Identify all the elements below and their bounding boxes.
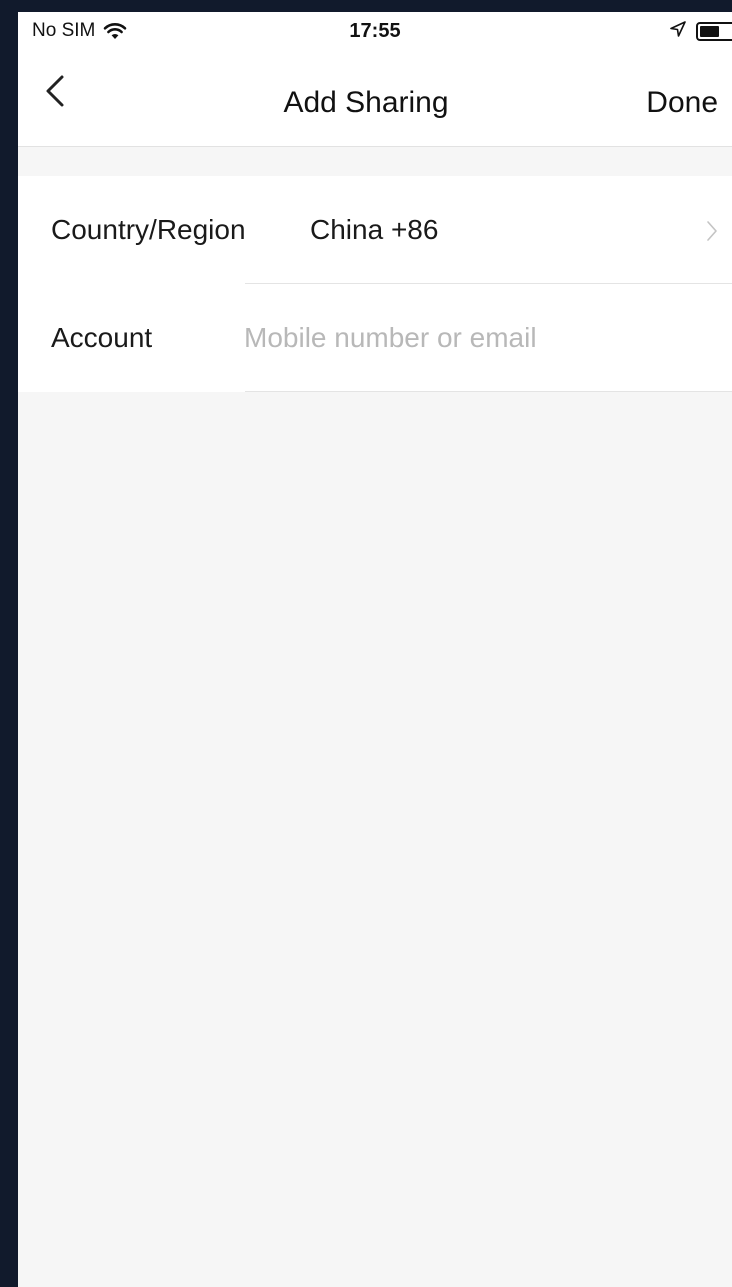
done-button[interactable]: Done — [646, 86, 718, 120]
share-form: Country/Region China +86 Account — [18, 176, 732, 392]
country-region-row[interactable]: Country/Region China +86 — [18, 176, 732, 284]
account-label: Account — [51, 322, 153, 353]
status-indicators — [670, 21, 732, 42]
app-screen: No SIM 17:55 Add Sharing Done Country/Re… — [18, 12, 732, 1287]
status-time: 17:55 — [349, 20, 401, 42]
status-bar: No SIM 17:55 — [18, 12, 732, 50]
account-input[interactable] — [244, 308, 704, 368]
device-frame: No SIM 17:55 Add Sharing Done Country/Re… — [0, 0, 732, 1287]
country-region-value: China +86 — [310, 214, 439, 245]
page-title: Add Sharing — [283, 86, 449, 119]
navigation-bar: Add Sharing Done — [18, 50, 732, 147]
account-row: Account — [18, 284, 732, 392]
battery-level — [700, 26, 719, 37]
chevron-right-icon — [706, 220, 718, 247]
location-arrow-icon — [670, 21, 686, 42]
row-divider — [245, 391, 732, 392]
battery-icon — [696, 22, 732, 41]
country-region-label: Country/Region — [51, 214, 246, 245]
